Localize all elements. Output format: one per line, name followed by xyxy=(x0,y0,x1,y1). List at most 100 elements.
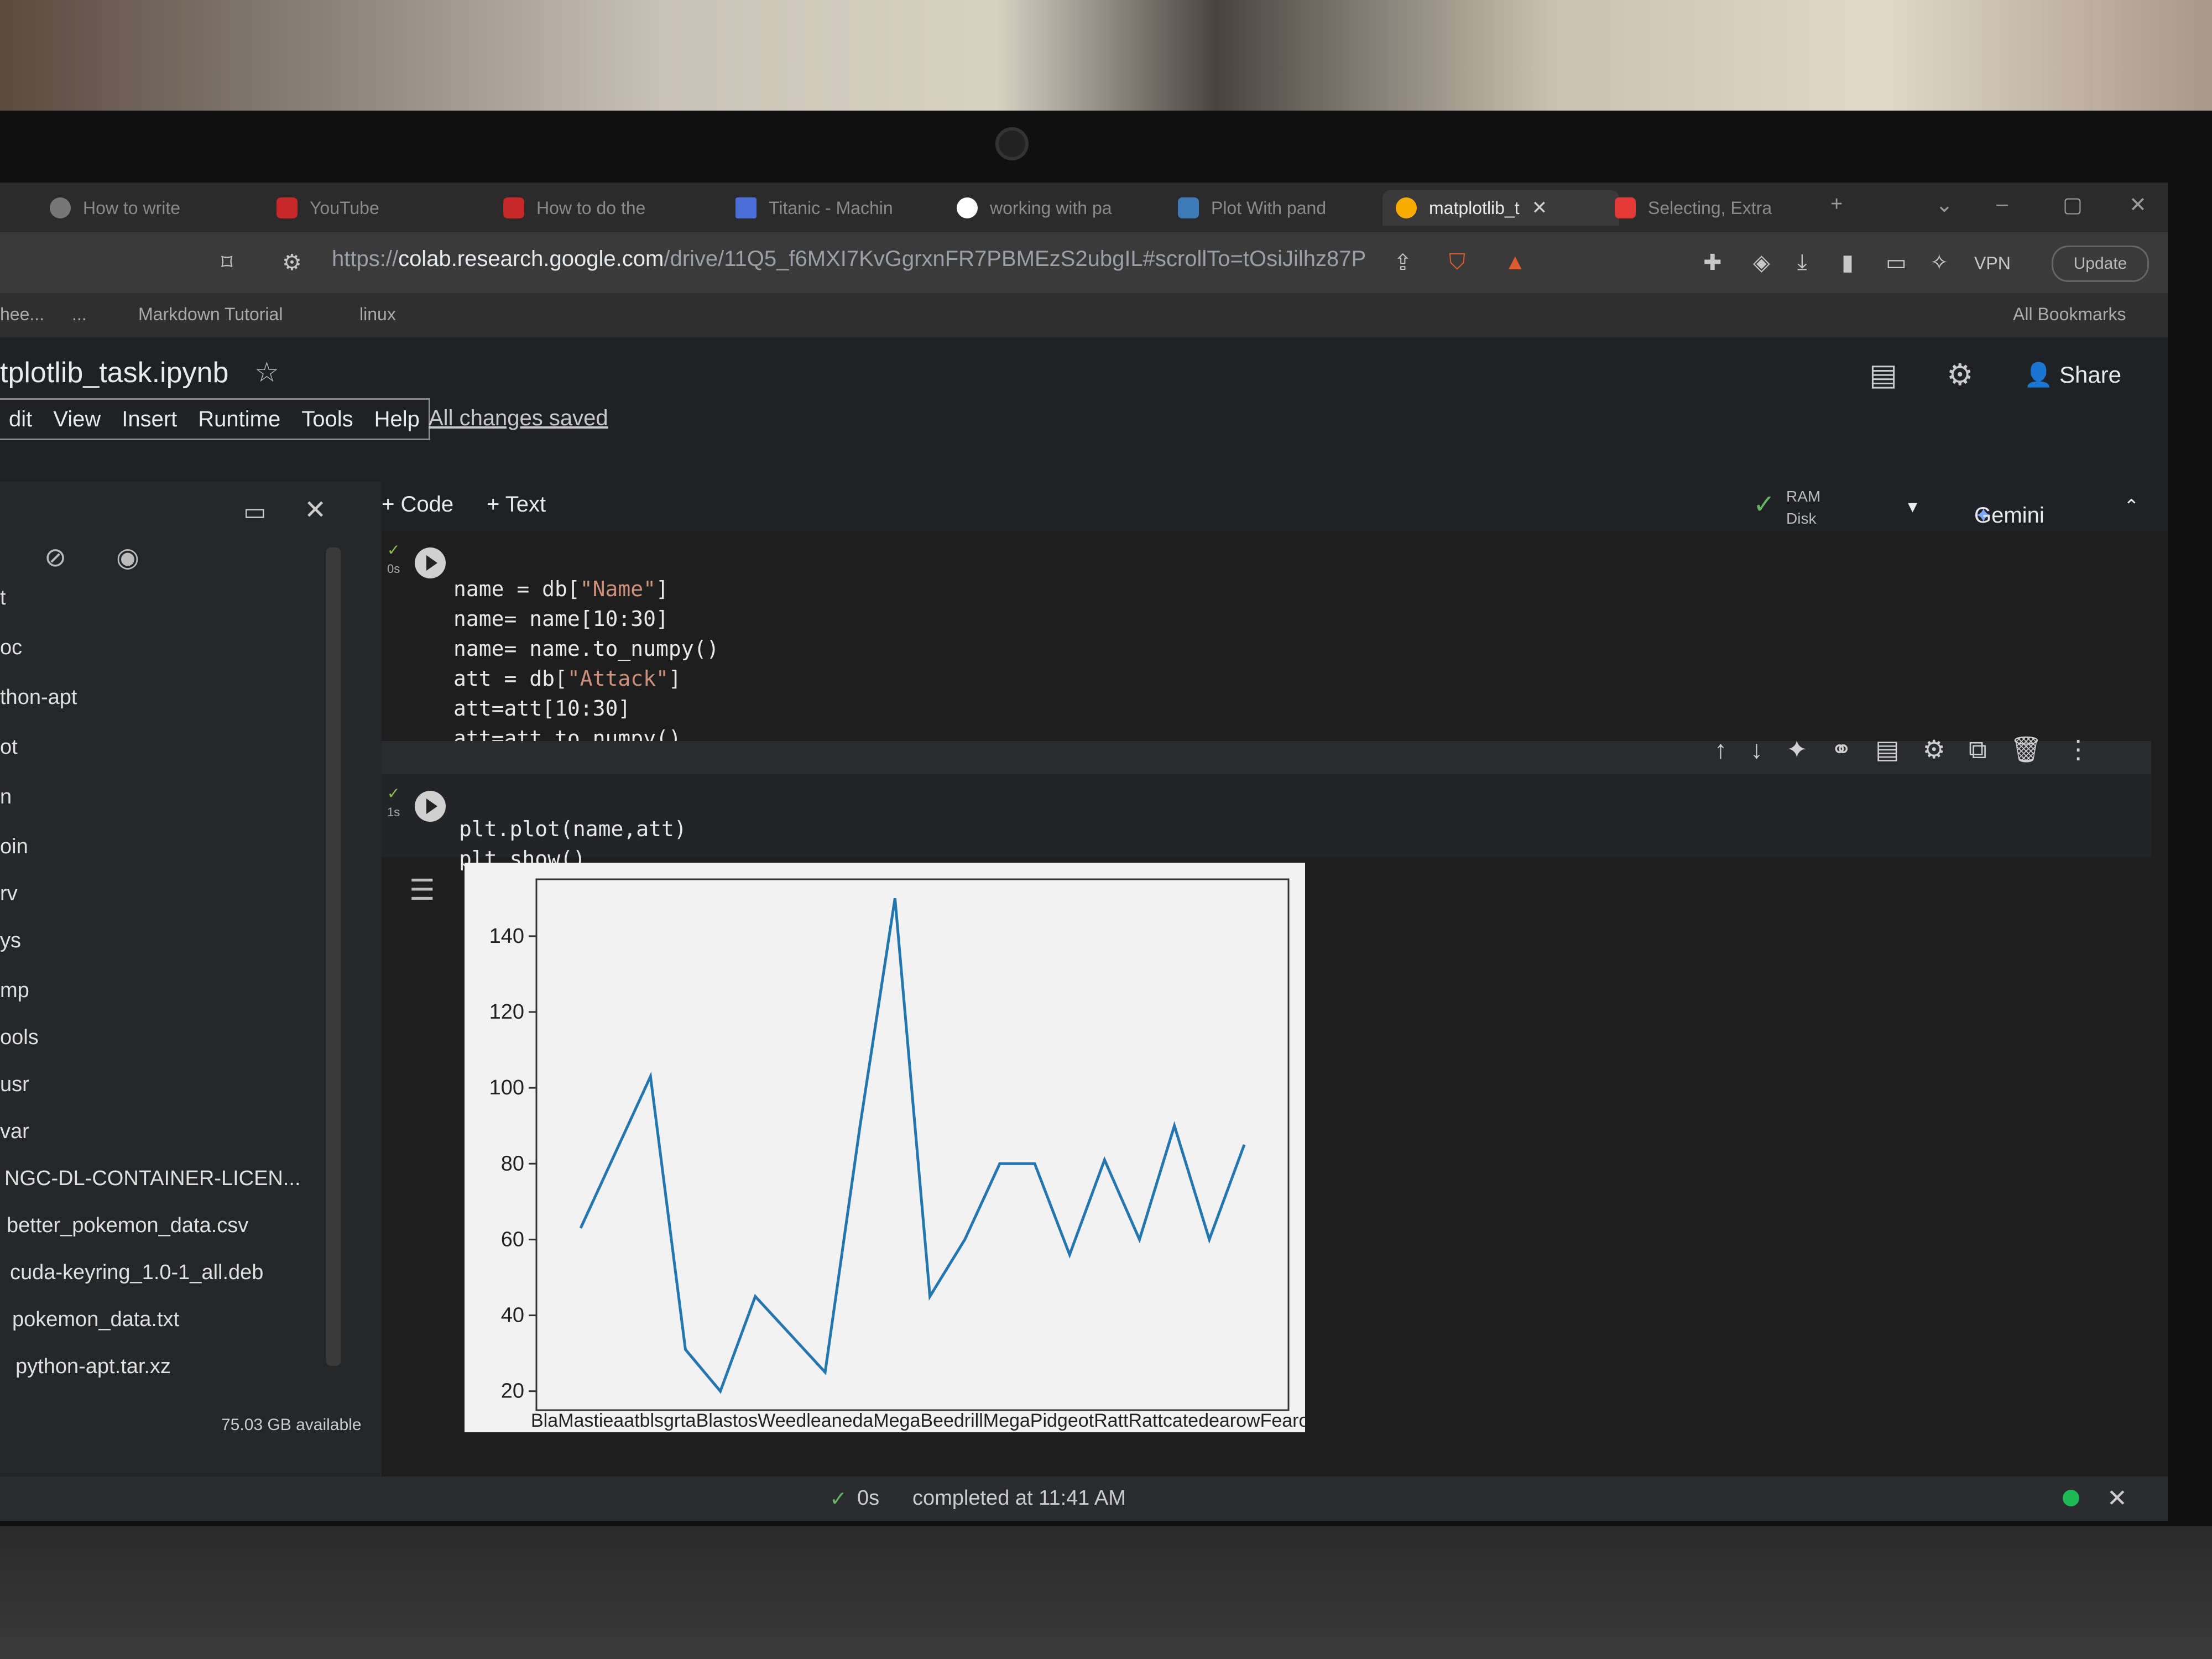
brave-icon xyxy=(1615,197,1636,218)
file-item[interactable]: cuda-keyring_1.0-1_all.deb xyxy=(10,1261,263,1285)
delete-icon[interactable]: 🗑 xyxy=(2010,734,2042,765)
browser-tab[interactable]: How to write xyxy=(50,190,216,226)
code-cell[interactable]: ✓ 1s plt.plot(name,att) plt.show() xyxy=(382,774,2151,871)
menu-tools[interactable]: Tools xyxy=(301,407,353,432)
code-line: att=att[10:30] xyxy=(453,696,631,721)
update-button[interactable]: Update xyxy=(2052,246,2149,282)
bookmark-item[interactable]: ... xyxy=(72,304,87,325)
file-item[interactable]: ot xyxy=(0,735,18,759)
brave-shield-icon[interactable]: ⛉ xyxy=(1449,250,1465,275)
share-page-icon[interactable]: ⇪ xyxy=(1394,250,1412,275)
file-item[interactable]: oin xyxy=(0,835,28,859)
site-settings-icon[interactable]: ⚙ xyxy=(282,250,302,275)
window-close-icon[interactable]: ✕ xyxy=(2129,192,2147,217)
all-bookmarks[interactable]: All Bookmarks xyxy=(2013,304,2126,325)
file-item[interactable]: t xyxy=(0,586,6,610)
move-down-icon[interactable]: ↓ xyxy=(1750,734,1763,765)
maximize-icon[interactable]: ▢ xyxy=(2063,192,2083,217)
close-tab-icon[interactable]: ✕ xyxy=(1532,197,1548,219)
sidebar-scrollbar[interactable] xyxy=(326,547,341,1366)
close-status-icon[interactable]: ✕ xyxy=(2107,1484,2127,1512)
menu-help[interactable]: Help xyxy=(374,407,420,432)
menu-edit[interactable]: dit xyxy=(9,407,32,432)
file-item[interactable]: NGC-DL-CONTAINER-LICEN... xyxy=(4,1167,301,1191)
brave-rewards-icon[interactable]: ▲ xyxy=(1504,250,1526,275)
file-item[interactable]: python-apt.tar.xz xyxy=(15,1355,171,1379)
menu-runtime[interactable]: Runtime xyxy=(198,407,280,432)
file-item[interactable]: thon-apt xyxy=(0,686,77,709)
run-cell-button[interactable] xyxy=(415,791,446,822)
x-tick-labels: BlaMastieaatblsgrtaBlastosWeedleanedaMeg… xyxy=(531,1410,1305,1431)
link-icon[interactable]: ⚭ xyxy=(1831,734,1853,765)
new-tab-icon[interactable]: + xyxy=(1830,192,1843,216)
sidebar-toggle-icon[interactable]: ▮ xyxy=(1841,250,1854,275)
file-item[interactable]: var xyxy=(0,1120,29,1144)
settings-icon[interactable]: ⚙ xyxy=(1947,357,1973,392)
notebook-toolbar: + Code + Text ✓ RAM Disk ▾ ✦ Gemini ⌃ xyxy=(382,481,2168,532)
browser-tab[interactable]: YouTube xyxy=(276,190,420,226)
wallet-icon[interactable]: ◈ xyxy=(1753,250,1770,275)
code-editor[interactable]: name = db["Name"] name= name[10:30] name… xyxy=(453,544,719,753)
add-text-button[interactable]: + Text xyxy=(487,492,546,517)
plot-frame xyxy=(535,878,1290,1411)
file-item[interactable]: oc xyxy=(0,636,22,660)
share-button[interactable]: 👤 Share xyxy=(2024,362,2121,389)
browser-tab[interactable]: Selecting, Extra xyxy=(1615,190,1797,226)
bookmarks-bar: hee... ... Markdown Tutorial linux All B… xyxy=(0,293,2168,337)
minimize-icon[interactable]: – xyxy=(1996,192,2008,216)
close-icon[interactable]: ✕ xyxy=(304,494,326,525)
browser-tab[interactable]: How to do the xyxy=(503,190,686,226)
wallet-card-icon[interactable]: ▭ xyxy=(1886,250,1907,275)
tab-list-icon[interactable]: ⌄ xyxy=(1936,192,1953,217)
chevron-up-icon[interactable]: ⌃ xyxy=(2124,495,2140,518)
gemini-cell-icon[interactable]: ✦ xyxy=(1786,734,1808,765)
file-item[interactable]: mp xyxy=(0,979,29,1003)
bookmark-linux[interactable]: linux xyxy=(359,304,396,325)
hide-drive-icon[interactable]: ⊘ xyxy=(44,542,66,573)
browser-tab[interactable]: Titanic - Machin xyxy=(735,190,918,226)
browser-tab[interactable]: Plot With pand xyxy=(1178,190,1355,226)
bookmark-markdown[interactable]: Markdown Tutorial xyxy=(138,304,283,325)
url-field[interactable]: https://colab.research.google.com/drive/… xyxy=(332,247,1366,272)
leo-icon[interactable]: ✧ xyxy=(1930,250,1949,275)
file-item[interactable]: better_pokemon_data.csv xyxy=(7,1214,248,1238)
file-item[interactable]: ys xyxy=(0,929,21,953)
comments-icon[interactable]: ▤ xyxy=(1869,357,1897,392)
notebook-title[interactable]: tplotlib_task.ipynb xyxy=(0,356,228,389)
menu-insert[interactable]: Insert xyxy=(122,407,177,432)
cell-toolbar: ↑ ↓ ✦ ⚭ ▤ ⚙ ⧉ 🗑 ⋮ xyxy=(1714,734,2091,765)
address-bar: ⌑ ⚙ https://colab.research.google.com/dr… xyxy=(0,232,2168,293)
move-up-icon[interactable]: ↑ xyxy=(1714,734,1727,765)
output-toggle-icon[interactable]: ☰ xyxy=(409,874,435,907)
code-cell[interactable]: ✓ 0s name = db["Name"] name= name[10:30] … xyxy=(382,531,2151,750)
run-cell-button[interactable] xyxy=(415,547,446,578)
cell-settings-icon[interactable]: ⚙ xyxy=(1923,734,1945,765)
resource-meter[interactable]: RAM Disk xyxy=(1786,486,1820,530)
browser-tab-active[interactable]: matplotlib_t ✕ xyxy=(1383,190,1619,226)
menu-view[interactable]: View xyxy=(53,407,101,432)
comment-icon[interactable]: ▤ xyxy=(1875,734,1899,765)
chevron-down-icon[interactable]: ▾ xyxy=(1908,495,1917,518)
open-panel-icon[interactable]: ▭ xyxy=(243,498,267,526)
hide-files-icon[interactable]: ◉ xyxy=(116,542,139,573)
vpn-button[interactable]: VPN xyxy=(1974,253,2011,274)
download-icon[interactable]: ⤓ xyxy=(1797,250,1807,275)
extensions-icon[interactable]: ✚ xyxy=(1703,250,1722,275)
file-item[interactable]: n xyxy=(0,785,12,809)
status-bar: ✓ 0s completed at 11:41 AM ✕ xyxy=(0,1477,2168,1521)
code-editor[interactable]: plt.plot(name,att) plt.show() xyxy=(459,784,687,874)
mirror-cell-icon[interactable]: ⧉ xyxy=(1969,734,1987,765)
file-item[interactable]: rv xyxy=(0,882,18,906)
save-status[interactable]: All changes saved xyxy=(429,406,608,431)
browser-tab[interactable]: working with pa xyxy=(957,190,1139,226)
add-code-button[interactable]: + Code xyxy=(382,492,453,517)
file-item[interactable]: ools xyxy=(0,1026,39,1050)
more-options-icon[interactable]: ⋮ xyxy=(2065,734,2091,765)
bookmark-item[interactable]: hee... xyxy=(0,304,44,325)
laptop-base xyxy=(0,1526,2212,1659)
star-icon[interactable]: ☆ xyxy=(254,356,279,388)
file-item[interactable]: pokemon_data.txt xyxy=(12,1308,179,1332)
file-item[interactable]: usr xyxy=(0,1073,29,1097)
kaggle-icon xyxy=(735,197,757,218)
bookmark-icon[interactable]: ⌑ xyxy=(221,250,233,275)
